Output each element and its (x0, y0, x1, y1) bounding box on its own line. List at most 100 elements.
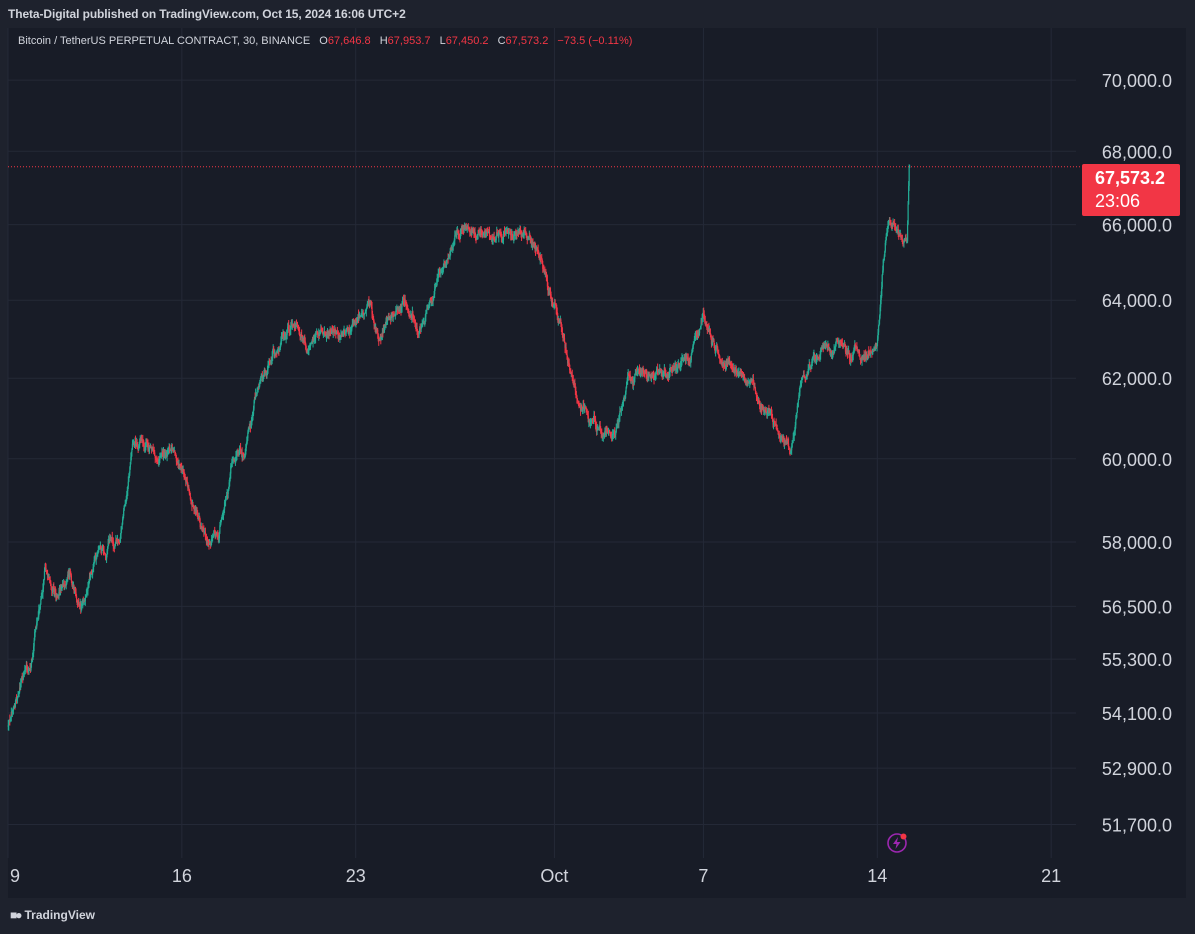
x-tick-label: 23 (346, 866, 366, 886)
candle-body (114, 543, 116, 547)
bar-countdown: 23:06 (1095, 191, 1141, 211)
y-tick-label: 52,900.0 (1102, 759, 1172, 779)
candle-body (123, 510, 125, 516)
candle-body (190, 499, 192, 501)
change-value: −73.5 (−0.11%) (557, 35, 633, 47)
candle-body (538, 251, 540, 255)
x-tick-label: 7 (698, 866, 708, 886)
candle-body (446, 259, 448, 263)
brand-label: TradingView (24, 908, 95, 922)
candle-body (351, 327, 353, 330)
candle-body (114, 546, 116, 549)
open-value: 67,646.8 (327, 35, 371, 47)
x-tick-label: 9 (10, 866, 20, 886)
tradingview-brand[interactable]: ■● TradingView (10, 908, 95, 922)
candle-body (795, 419, 797, 426)
y-tick-label: 58,000.0 (1102, 533, 1172, 553)
grid-lines (7, 28, 1076, 858)
candle-body (889, 220, 891, 223)
candle-body (877, 325, 880, 333)
candle-body (84, 597, 86, 602)
candle-body (655, 371, 657, 375)
time-axis[interactable]: 9 16 23 Oct 7 14 21 (10, 866, 1061, 886)
tradingview-logo-icon: ■● (10, 908, 22, 922)
x-tick-label: 16 (172, 866, 192, 886)
candle-body (512, 235, 514, 239)
candles (7, 164, 911, 731)
candle-body (909, 166, 911, 168)
candle-body (40, 599, 42, 604)
candle-body (128, 477, 130, 482)
candlestick-chart[interactable]: 70,000.0 68,000.0 66,000.0 64,000.0 62,000.0… (0, 0, 1195, 934)
candle-body (906, 224, 909, 242)
y-tick-label: 70,000.0 (1102, 71, 1172, 91)
high-value: 67,953.7 (387, 35, 431, 47)
candle-body (593, 416, 596, 420)
symbol-name[interactable]: Bitcoin / TetherUS PERPETUAL CONTRACT, 3… (18, 35, 310, 47)
candle-body (844, 346, 847, 352)
candle-body (586, 410, 588, 413)
candle-body (797, 399, 799, 403)
candle-body (43, 570, 46, 580)
candle-body (272, 350, 274, 357)
candle-body (377, 329, 379, 334)
candle-body (173, 451, 175, 453)
y-tick-label: 68,000.0 (1102, 142, 1172, 162)
lightning-icon[interactable] (886, 832, 908, 854)
candle-body (881, 274, 883, 288)
candle-body (576, 396, 578, 399)
candle-body (75, 596, 78, 599)
x-tick-label: 14 (867, 866, 887, 886)
candle-body (28, 669, 30, 672)
last-price-badge: 67,573.2 23:06 (1082, 164, 1180, 216)
candle-body (754, 388, 757, 392)
candle-body (495, 236, 497, 241)
candle-body (745, 379, 747, 383)
y-tick-label: 60,000.0 (1102, 450, 1172, 470)
candle-body (204, 531, 207, 536)
candle-body (70, 575, 72, 582)
y-tick-label: 62,000.0 (1102, 369, 1172, 389)
x-tick-label: Oct (540, 866, 568, 886)
candle-body (413, 319, 416, 322)
candle-body (594, 419, 597, 426)
y-tick-label: 55,300.0 (1102, 650, 1172, 670)
x-tick-label: 21 (1041, 866, 1061, 886)
candle-body (33, 640, 35, 647)
candle-body (404, 299, 406, 301)
candle-body (256, 390, 258, 395)
candle-body (701, 317, 703, 323)
candle-body (719, 356, 721, 360)
candle-body (907, 204, 909, 225)
y-tick-label: 54,100.0 (1102, 704, 1172, 724)
candle-body (138, 446, 140, 451)
candle-body (908, 166, 910, 186)
candle-body (9, 719, 11, 722)
y-tick-label: 56,500.0 (1102, 597, 1172, 617)
candle-body (615, 428, 617, 432)
candle-body (369, 302, 371, 305)
candle-body (17, 695, 19, 697)
candle-body (661, 371, 663, 375)
open-key: O (319, 35, 328, 47)
candle-body (572, 379, 574, 382)
candle-body (401, 303, 403, 308)
y-tick-label: 51,700.0 (1102, 816, 1172, 836)
candle-body (565, 347, 567, 351)
candle-body (755, 391, 757, 395)
close-key: C (497, 35, 506, 47)
candle-body (796, 412, 798, 418)
candle-body (756, 398, 759, 401)
candle-body (856, 348, 858, 352)
candle-body (127, 481, 129, 487)
candle-body (796, 406, 798, 413)
y-tick-label: 66,000.0 (1102, 216, 1172, 236)
candle-body (569, 364, 571, 371)
symbol-legend: Bitcoin / TetherUS PERPETUAL CONTRACT, 3… (18, 35, 632, 47)
close-value: 67,573.2 (505, 35, 549, 47)
candle-body (717, 347, 719, 353)
y-tick-label: 64,000.0 (1102, 291, 1172, 311)
high-key: H (379, 35, 388, 47)
candle-body (850, 356, 852, 360)
candle-body (576, 398, 579, 401)
